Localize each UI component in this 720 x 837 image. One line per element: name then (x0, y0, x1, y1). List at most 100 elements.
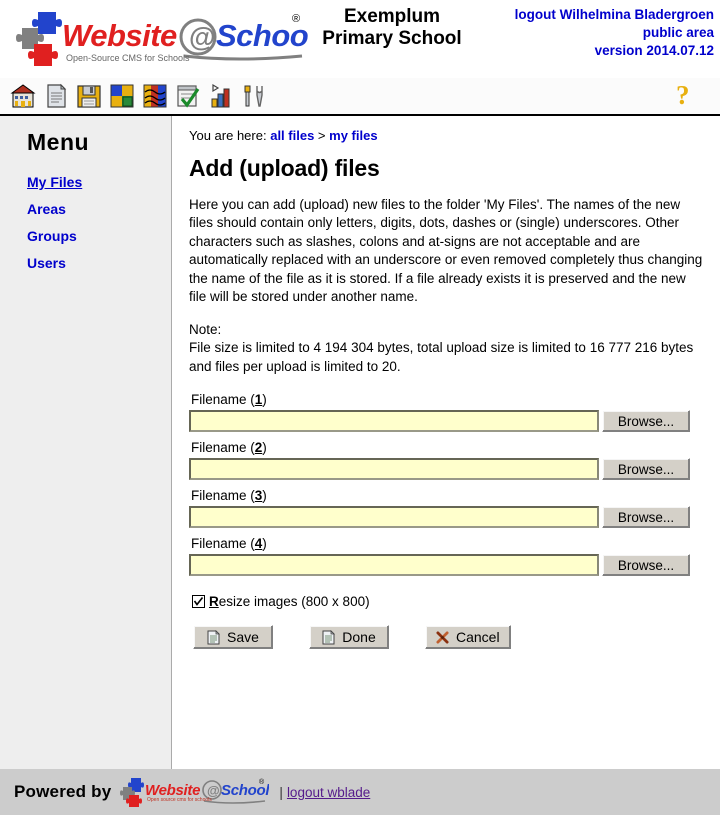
page-icon[interactable] (41, 81, 71, 111)
help-icon[interactable]: ? (676, 82, 700, 110)
browse-button-2[interactable]: Browse... (602, 458, 690, 481)
file-field-group-2: Filename (2) Browse... (189, 440, 706, 481)
file-field-group-4: Filename (4) Browse... (189, 536, 706, 577)
svg-text:®: ® (292, 13, 300, 25)
sidebar-title: Menu (27, 129, 90, 155)
form-action-buttons: Save Done Cancel (193, 625, 706, 650)
checkmark-icon (193, 597, 204, 607)
users-faces-icon[interactable] (140, 81, 170, 111)
puzzle-pieces-icon (16, 12, 62, 66)
footer-logo-tagline: Open source cms for schools (147, 797, 212, 803)
website-at-school-logo-svg: Website @ School Open-Source CMS for Sch… (16, 12, 308, 66)
breadcrumb: You are here: all files > my files (189, 128, 706, 143)
page-title: Add (upload) files (189, 155, 380, 181)
filename-label-prefix-2: Filename ( (191, 440, 255, 456)
footer-separator: | (279, 784, 283, 800)
modules-puzzle-icon[interactable] (107, 81, 137, 111)
filename-label-prefix-4: Filename ( (191, 536, 255, 552)
cancel-button-label: Cancel (456, 629, 500, 646)
browse-button-3[interactable]: Browse... (602, 506, 690, 529)
breadcrumb-link-all-files[interactable]: all files (270, 128, 314, 143)
browse-button-1[interactable]: Browse... (602, 410, 690, 433)
filename-input-2[interactable] (189, 458, 599, 481)
filename-input-4[interactable] (189, 554, 599, 577)
page-body: Menu My Files Areas Groups Users You are… (0, 116, 720, 769)
sidebar-item-areas[interactable]: Areas (27, 201, 66, 217)
browse-button-4[interactable]: Browse... (602, 554, 690, 577)
save-button-label: Save (227, 629, 259, 646)
svg-text:®: ® (259, 778, 265, 786)
area-label: public area (642, 24, 714, 40)
filename-label-suffix-2: ) (262, 440, 267, 456)
intro-paragraph: Here you can add (upload) new files to t… (189, 197, 703, 305)
content-area: You are here: all files > my files Add (… (173, 116, 720, 769)
logout-user-label[interactable]: logout Wilhelmina Bladergroen (515, 7, 714, 22)
cancel-x-icon (436, 631, 449, 644)
statistics-chart-icon[interactable] (206, 81, 236, 111)
file-field-row-1: Browse... (189, 410, 706, 433)
resize-images-label[interactable]: Resize images (800 x 800) (209, 594, 370, 609)
page-header: Website @ School Open-Source CMS for Sch… (0, 0, 720, 78)
sidebar: Menu My Files Areas Groups Users (0, 116, 172, 769)
main-toolbar: ? (0, 78, 720, 116)
school-name-line1: Exemplum (343, 6, 441, 27)
filename-input-1[interactable] (189, 410, 599, 433)
resize-accesskey: R (209, 594, 219, 610)
school-name: Exemplum Primary School (312, 6, 472, 51)
file-field-row-2: Browse... (189, 458, 706, 481)
checklist-icon[interactable] (173, 81, 203, 111)
header-account-links: logout Wilhelmina Bladergroen public are… (515, 6, 714, 60)
resize-images-row: Resize images (800 x 800) (192, 594, 706, 609)
save-disk-icon[interactable] (74, 81, 104, 111)
filename-label-prefix-3: Filename ( (191, 488, 255, 504)
logout-user-link[interactable]: logout Wilhelmina Bladergroen (515, 6, 714, 24)
version-label: version 2014.07.12 (594, 42, 714, 58)
help-icon-glyph: ? (676, 80, 690, 110)
cancel-button[interactable]: Cancel (425, 625, 511, 650)
file-field-group-3: Filename (3) Browse... (189, 488, 706, 529)
breadcrumb-link-my-files[interactable]: my files (329, 128, 377, 143)
breadcrumb-prefix: You are here: (189, 128, 267, 143)
file-field-row-3: Browse... (189, 506, 706, 529)
svg-text:@: @ (189, 22, 215, 52)
done-button-label: Done (342, 629, 376, 646)
page-footer: Powered by Website @ School Open source … (0, 769, 720, 815)
filename-label-1: Filename (1) (191, 392, 706, 407)
school-name-line2: Primary School (322, 28, 462, 50)
tools-icon[interactable] (239, 81, 269, 111)
done-button[interactable]: Done (309, 625, 389, 650)
footer-links: | logout wblade (279, 785, 370, 800)
file-field-group-1: Filename (1) Browse... (189, 392, 706, 433)
page-icon (322, 629, 336, 645)
save-button[interactable]: Save (193, 625, 273, 650)
sidebar-item-groups[interactable]: Groups (27, 228, 77, 244)
logo-tagline: Open-Source CMS for Schools (66, 53, 190, 63)
toolbar-icon-group (8, 81, 269, 111)
school-icon[interactable] (8, 81, 38, 111)
footer-logo[interactable]: Website @ School Open source cms for sch… (119, 776, 269, 808)
filename-label-3: Filename (3) (191, 488, 706, 503)
page-icon (207, 629, 220, 645)
filename-label-suffix-3: ) (262, 488, 267, 504)
filename-label-2: Filename (2) (191, 440, 706, 455)
filename-label-suffix-1: ) (262, 392, 267, 408)
resize-label-rest: esize images (800 x 800) (218, 594, 370, 610)
file-field-row-4: Browse... (189, 554, 706, 577)
site-logo[interactable]: Website @ School Open-Source CMS for Sch… (8, 6, 308, 70)
svg-text:@: @ (207, 783, 220, 798)
filename-label-prefix-1: Filename ( (191, 392, 255, 408)
resize-images-checkbox[interactable] (192, 595, 205, 609)
sidebar-item-users[interactable]: Users (27, 255, 66, 271)
breadcrumb-separator: > (317, 128, 326, 143)
svg-text:Website: Website (62, 18, 177, 53)
sidebar-item-my-files[interactable]: My Files (27, 174, 82, 190)
filename-input-3[interactable] (189, 506, 599, 529)
filename-label-suffix-4: ) (262, 536, 267, 552)
note-text: File size is limited to 4 194 304 bytes,… (189, 340, 694, 374)
sidebar-menu-list: My Files Areas Groups Users (27, 174, 171, 271)
footer-logout-link[interactable]: logout wblade (287, 785, 370, 800)
note-label: Note: (189, 321, 222, 337)
puzzle-pieces-icon (120, 778, 145, 807)
filename-label-4: Filename (4) (191, 536, 706, 551)
powered-by-label: Powered by (14, 782, 112, 801)
